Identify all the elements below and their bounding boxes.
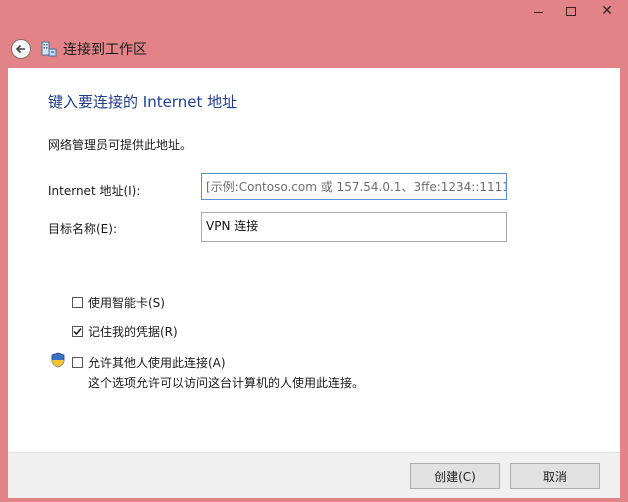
workplace-network-icon — [41, 41, 57, 57]
title-bar: ✕ — [0, 0, 628, 26]
close-icon: ✕ — [601, 3, 613, 19]
address-label: Internet 地址(I): — [48, 184, 141, 198]
destination-name-input[interactable]: VPN 连接 — [201, 212, 507, 242]
smartcard-label: 使用智能卡(S) — [88, 296, 165, 310]
wizard-content: 键入要连接的 Internet 地址 网络管理员可提供此地址。 Internet… — [8, 68, 620, 452]
remember-credentials-checkbox[interactable] — [72, 326, 83, 337]
back-arrow-icon — [15, 44, 25, 54]
allow-others-note: 这个选项允许可以访问这台计算机的人使用此连接。 — [88, 376, 365, 390]
wizard-nav: 连接到工作区 — [0, 26, 628, 68]
wizard-title: 连接到工作区 — [63, 42, 147, 58]
maximize-icon — [566, 6, 576, 16]
minimize-button[interactable] — [522, 0, 554, 22]
remember-credentials-label: 记住我的凭据(R) — [88, 325, 178, 339]
allow-others-label: 允许其他人使用此连接(A) — [88, 356, 226, 370]
cancel-button[interactable]: 取消 — [510, 463, 600, 489]
back-button[interactable] — [11, 39, 31, 59]
minimize-icon — [533, 12, 543, 13]
allow-others-option[interactable]: 允许其他人使用此连接(A) — [72, 354, 226, 371]
page-heading: 键入要连接的 Internet 地址 — [48, 93, 238, 111]
uac-shield-icon — [51, 352, 65, 368]
close-button[interactable]: ✕ — [588, 0, 626, 22]
internet-address-input[interactable]: [示例:Contoso.com 或 157.54.0.1、3ffe:1234::… — [201, 173, 507, 200]
button-bar: 创建(C) 取消 — [8, 452, 620, 498]
page-description: 网络管理员可提供此地址。 — [48, 138, 193, 152]
smartcard-checkbox[interactable] — [72, 297, 83, 308]
maximize-button[interactable] — [555, 0, 587, 22]
checkmark-icon — [73, 328, 82, 336]
allow-others-checkbox[interactable] — [72, 357, 83, 368]
destination-label: 目标名称(E): — [48, 222, 117, 236]
create-button[interactable]: 创建(C) — [410, 463, 500, 489]
remember-credentials-option[interactable]: 记住我的凭据(R) — [72, 323, 178, 340]
smartcard-option[interactable]: 使用智能卡(S) — [72, 294, 165, 311]
